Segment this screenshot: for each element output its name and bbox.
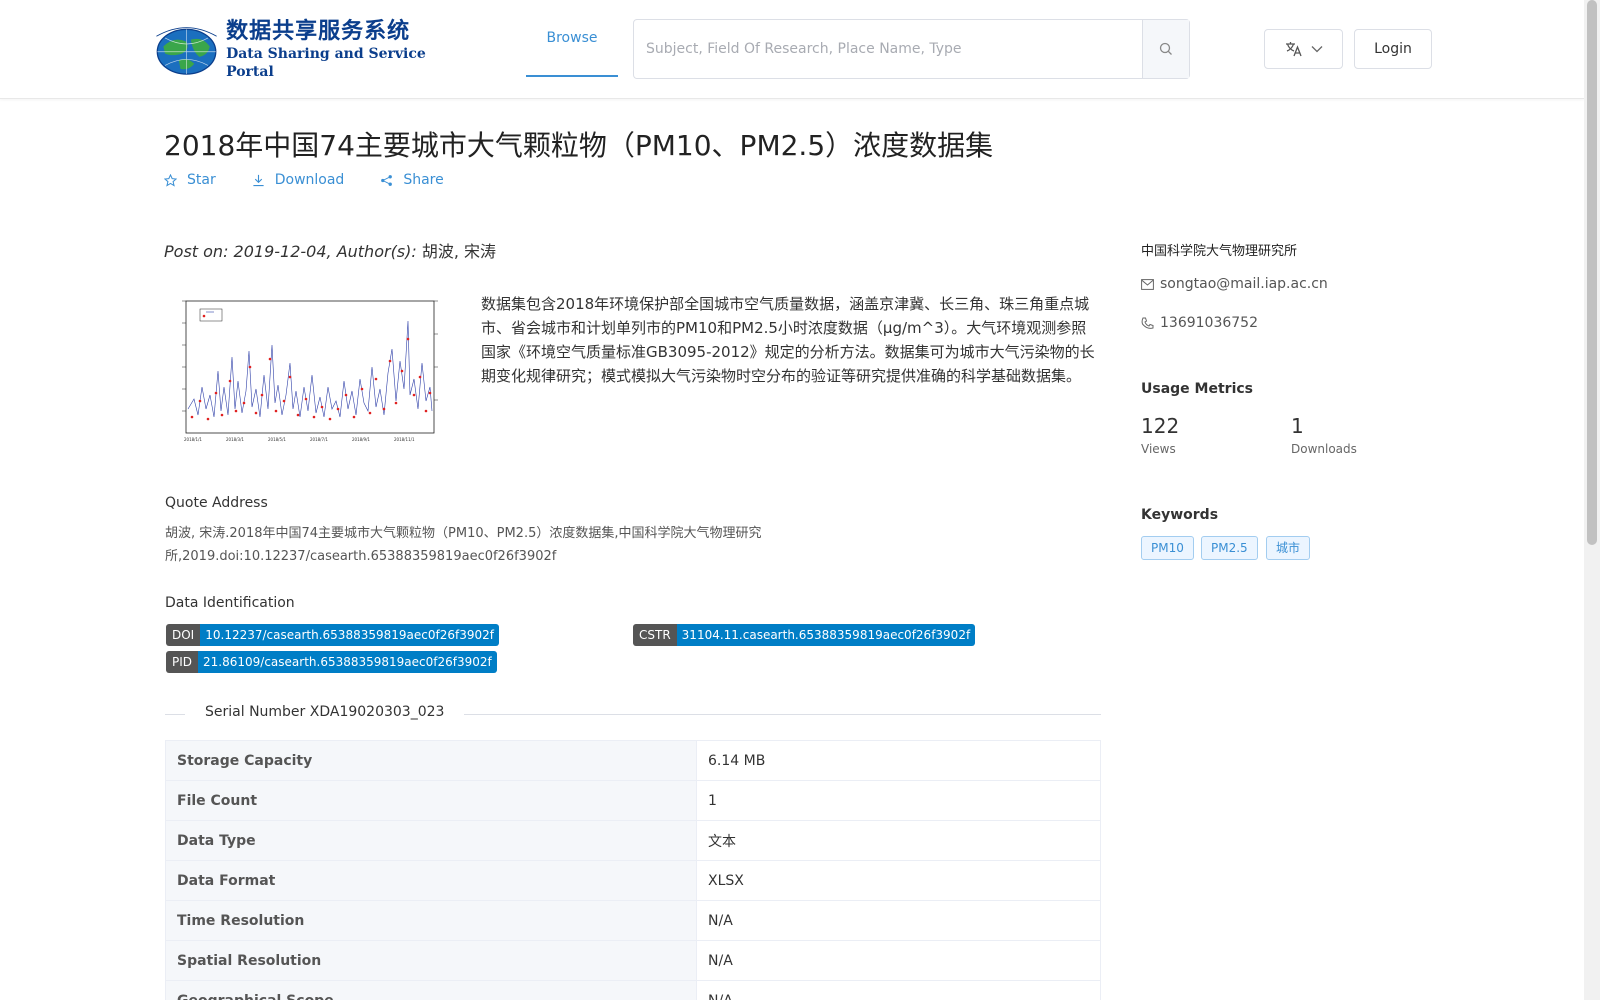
downloads-label: Downloads bbox=[1291, 442, 1357, 456]
pid-key: PID bbox=[166, 651, 199, 673]
cstr-value: 31104.11.casearth.65388359819aec0f26f390… bbox=[676, 624, 976, 646]
meta-value: XLSX bbox=[696, 860, 1101, 901]
share-label: Share bbox=[403, 172, 444, 188]
dataset-title: 2018年中国74主要城市大气颗粒物（PM10、PM2.5）浓度数据集 bbox=[164, 129, 994, 162]
top-header: 数据共享服务系统 Data Sharing and Service Portal… bbox=[0, 0, 1584, 99]
dataset-actions: Star Download Share bbox=[164, 172, 444, 188]
svg-text:2018/1/1: 2018/1/1 bbox=[184, 437, 202, 442]
svg-text:2018/5/1: 2018/5/1 bbox=[268, 437, 286, 442]
data-identification-label: Data Identification bbox=[165, 595, 295, 611]
views-count: 122 bbox=[1141, 414, 1180, 438]
svg-text:2018/3/1: 2018/3/1 bbox=[226, 437, 244, 442]
phone-icon bbox=[1141, 317, 1154, 329]
translate-icon bbox=[1285, 42, 1302, 57]
search-box bbox=[633, 19, 1190, 79]
table-row: Data Type 文本 bbox=[165, 820, 1101, 861]
star-icon bbox=[164, 173, 177, 187]
meta-key: Spatial Resolution bbox=[165, 940, 697, 981]
dataset-thumbnail-image: 2018/1/1 2018/3/1 2018/5/1 2018/7/1 2018/9/… bbox=[182, 300, 438, 442]
download-icon bbox=[253, 174, 264, 186]
chevron-down-icon bbox=[1311, 46, 1322, 53]
search-input[interactable] bbox=[634, 20, 1142, 78]
page-scrollbar-thumb[interactable] bbox=[1587, 0, 1597, 545]
downloads-count: 1 bbox=[1291, 414, 1304, 438]
meta-value: 1 bbox=[696, 780, 1101, 821]
language-switch-button[interactable] bbox=[1264, 29, 1343, 69]
quote-address-label: Quote Address bbox=[165, 495, 268, 511]
search-icon bbox=[1159, 42, 1172, 55]
usage-metrics-title: Usage Metrics bbox=[1141, 381, 1253, 397]
site-logo[interactable]: 数据共享服务系统 Data Sharing and Service Portal bbox=[153, 19, 443, 80]
keyword-tag[interactable]: PM2.5 bbox=[1201, 536, 1258, 560]
table-row: Spatial Resolution N/A bbox=[165, 940, 1101, 981]
keyword-tag[interactable]: PM10 bbox=[1141, 536, 1194, 560]
login-button[interactable]: Login bbox=[1354, 29, 1432, 69]
email-text: songtao@mail.iap.ac.cn bbox=[1160, 276, 1328, 292]
download-label: Download bbox=[274, 172, 345, 188]
meta-key: Time Resolution bbox=[165, 900, 697, 941]
meta-key: Geographical Scope bbox=[165, 980, 697, 1000]
table-row: Data Format XLSX bbox=[165, 860, 1101, 901]
serial-number: Serial Number XDA19020303_023 bbox=[185, 704, 465, 720]
svg-text:2018/9/1: 2018/9/1 bbox=[352, 437, 370, 442]
quote-address-text: 胡波, 宋涛.2018年中国74主要城市大气颗粒物（PM10、PM2.5）浓度数… bbox=[165, 526, 762, 564]
share-icon bbox=[381, 174, 393, 186]
svg-text:2018/11/1: 2018/11/1 bbox=[394, 437, 415, 442]
meta-value: 文本 bbox=[696, 820, 1101, 861]
meta-key: Data Format bbox=[165, 860, 697, 901]
meta-value: 6.14 MB bbox=[696, 740, 1101, 781]
logo-chinese-text: 数据共享服务系统 bbox=[226, 19, 411, 44]
search-button[interactable] bbox=[1142, 20, 1189, 78]
mail-icon bbox=[1141, 278, 1154, 290]
doi-value: 10.12237/casearth.65388359819aec0f26f390… bbox=[200, 624, 499, 646]
doi-key: DOI bbox=[166, 624, 201, 646]
phone-text: 13691036752 bbox=[1160, 315, 1258, 331]
views-label: Views bbox=[1141, 442, 1176, 456]
meta-value: N/A bbox=[696, 980, 1101, 1000]
cstr-key: CSTR bbox=[633, 624, 677, 646]
dataset-description: 数据集包含2018年环境保护部全国城市空气质量数据，涵盖京津冀、长三角、珠三角重… bbox=[481, 295, 1095, 385]
keyword-tag[interactable]: 城市 bbox=[1266, 536, 1311, 560]
table-row: File Count 1 bbox=[165, 780, 1101, 821]
share-button[interactable]: Share bbox=[380, 172, 444, 188]
metadata-table: Storage Capacity 6.14 MB File Count 1 Da… bbox=[165, 740, 1101, 1000]
table-row: Storage Capacity 6.14 MB bbox=[165, 740, 1101, 781]
contact-phone: 13691036752 bbox=[1141, 315, 1258, 331]
post-date: Post on: 2019-12-04, Author(s): bbox=[164, 242, 422, 261]
contact-email[interactable]: songtao@mail.iap.ac.cn bbox=[1141, 276, 1328, 292]
doi-badge[interactable]: DOI 10.12237/casearth.65388359819aec0f26… bbox=[166, 624, 499, 646]
globe-logo-icon bbox=[156, 27, 217, 75]
star-button[interactable]: Star bbox=[164, 172, 216, 188]
meta-key: File Count bbox=[165, 780, 697, 821]
svg-text:2018/7/1: 2018/7/1 bbox=[310, 437, 328, 442]
meta-value: N/A bbox=[696, 900, 1101, 941]
post-info: Post on: 2019-12-04, Author(s): 胡波, 宋涛 bbox=[164, 238, 496, 262]
nav-browse[interactable]: Browse bbox=[526, 0, 618, 77]
meta-key: Storage Capacity bbox=[165, 740, 697, 781]
table-row: Geographical Scope N/A bbox=[165, 980, 1101, 1000]
logo-english-text: Data Sharing and Service Portal bbox=[226, 46, 426, 80]
star-label: Star bbox=[187, 172, 216, 188]
organization-name: 中国科学院大气物理研究所 bbox=[1141, 244, 1298, 259]
cstr-badge[interactable]: CSTR 31104.11.casearth.65388359819aec0f2… bbox=[633, 624, 976, 646]
meta-value: N/A bbox=[696, 940, 1101, 981]
table-row: Time Resolution N/A bbox=[165, 900, 1101, 941]
pid-value: 21.86109/casearth.65388359819aec0f26f390… bbox=[198, 651, 497, 673]
download-button[interactable]: Download bbox=[252, 172, 345, 188]
meta-key: Data Type bbox=[165, 820, 697, 861]
pid-badge[interactable]: PID 21.86109/casearth.65388359819aec0f26… bbox=[166, 651, 497, 673]
keywords-title: Keywords bbox=[1141, 507, 1219, 523]
authors: 胡波, 宋涛 bbox=[421, 242, 497, 261]
